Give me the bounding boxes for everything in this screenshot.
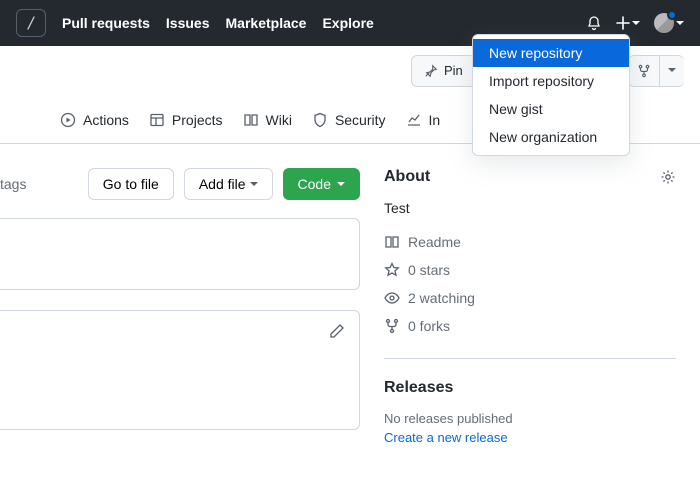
tags-label[interactable]: tags: [0, 176, 26, 192]
main-area: tags Go to file Add file Code About: [0, 144, 700, 445]
about-meta: Readme 0 stars 2 watching 0 forks: [384, 234, 676, 334]
nav-pull-requests[interactable]: Pull requests: [62, 15, 150, 31]
about-heading: About: [384, 168, 430, 186]
caret-down-icon: [668, 68, 676, 73]
status-dot-icon: [667, 10, 677, 20]
divider: [384, 358, 676, 359]
menu-new-gist[interactable]: New gist: [473, 95, 629, 123]
star-icon: [384, 262, 400, 278]
add-file-button[interactable]: Add file: [184, 168, 273, 200]
about-description: Test: [384, 200, 676, 216]
about-settings-button[interactable]: [660, 169, 676, 185]
readme-label: Readme: [408, 234, 461, 250]
left-column: tags Go to file Add file Code: [0, 168, 384, 445]
go-to-file-button[interactable]: Go to file: [88, 168, 174, 200]
watching-link[interactable]: 2 watching: [384, 290, 676, 306]
nav-explore[interactable]: Explore: [322, 15, 373, 31]
top-right: [586, 13, 684, 33]
tab-insights-label: In: [429, 112, 441, 128]
menu-import-repository[interactable]: Import repository: [473, 67, 629, 95]
nav-marketplace[interactable]: Marketplace: [226, 15, 307, 31]
shield-icon: [312, 112, 328, 128]
tab-insights[interactable]: In: [406, 112, 441, 128]
fork-more-button[interactable]: [659, 55, 684, 87]
edit-readme-button[interactable]: [329, 323, 345, 339]
pin-label: Pin: [444, 63, 463, 78]
sidebar: About Test Readme 0 stars 2 watching 0: [384, 168, 684, 445]
tab-actions-label: Actions: [83, 112, 129, 128]
watching-label: 2 watching: [408, 290, 475, 306]
caret-down-icon: [250, 182, 258, 187]
command-palette-button[interactable]: [16, 9, 46, 37]
create-new-dropdown: New repository Import repository New gis…: [472, 34, 630, 156]
tab-actions[interactable]: Actions: [60, 112, 129, 128]
menu-new-repository[interactable]: New repository: [473, 39, 629, 67]
caret-down-icon: [632, 21, 640, 26]
tab-wiki[interactable]: Wiki: [243, 112, 292, 128]
fork-icon: [637, 64, 651, 78]
bell-icon: [586, 15, 602, 31]
fork-icon: [384, 318, 400, 334]
tab-projects-label: Projects: [172, 112, 223, 128]
notifications-button[interactable]: [586, 15, 602, 31]
tab-security-label: Security: [335, 112, 386, 128]
about-header: About: [384, 168, 676, 186]
user-menu-button[interactable]: [654, 13, 684, 33]
avatar: [654, 13, 674, 33]
tab-security[interactable]: Security: [312, 112, 386, 128]
nav-issues[interactable]: Issues: [166, 15, 210, 31]
tab-wiki-label: Wiki: [266, 112, 292, 128]
caret-down-icon: [337, 182, 345, 187]
releases-none: No releases published: [384, 411, 676, 426]
menu-new-organization[interactable]: New organization: [473, 123, 629, 151]
graph-icon: [406, 112, 422, 128]
pencil-icon: [329, 323, 345, 339]
fork-split-button: [628, 55, 684, 87]
releases-heading: Releases: [384, 379, 676, 397]
forks-link[interactable]: 0 forks: [384, 318, 676, 334]
pin-button[interactable]: Pin: [411, 55, 476, 87]
readme-link[interactable]: Readme: [384, 234, 676, 250]
create-new-button[interactable]: [616, 16, 640, 30]
play-icon: [60, 112, 76, 128]
fork-button[interactable]: [628, 55, 659, 87]
table-icon: [149, 112, 165, 128]
code-label: Code: [298, 176, 331, 192]
plus-icon: [616, 16, 630, 30]
add-file-label: Add file: [199, 176, 246, 192]
book-icon: [384, 234, 400, 250]
slash-icon: [25, 16, 37, 30]
file-bar: tags Go to file Add file Code: [0, 168, 360, 200]
stars-link[interactable]: 0 stars: [384, 262, 676, 278]
primary-nav: Pull requests Issues Marketplace Explore: [62, 15, 586, 31]
readme-card: [0, 310, 360, 430]
forks-label: 0 forks: [408, 318, 450, 334]
tab-projects[interactable]: Projects: [149, 112, 223, 128]
caret-down-icon: [676, 21, 684, 26]
pin-icon: [424, 64, 438, 78]
file-list-card: [0, 218, 360, 290]
stars-label: 0 stars: [408, 262, 450, 278]
eye-icon: [384, 290, 400, 306]
gear-icon: [660, 169, 676, 185]
code-button[interactable]: Code: [283, 168, 360, 200]
create-release-link[interactable]: Create a new release: [384, 430, 676, 445]
book-icon: [243, 112, 259, 128]
